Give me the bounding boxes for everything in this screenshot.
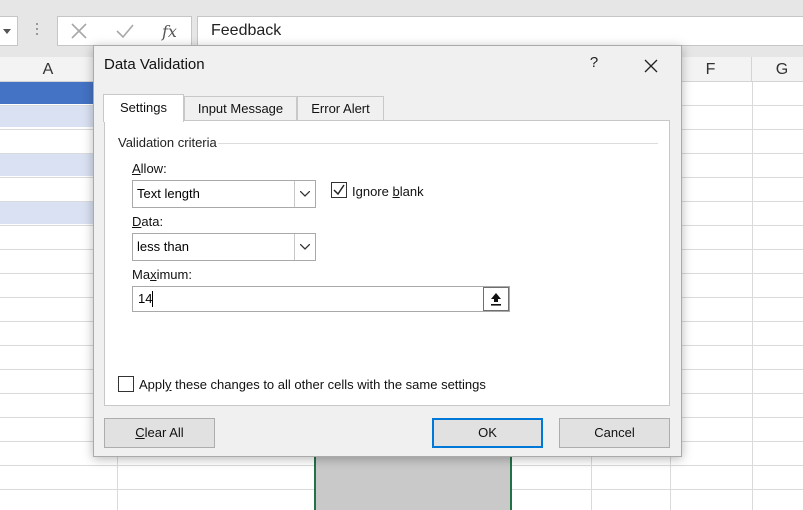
checkmark-icon: [333, 184, 345, 196]
banded-row: [0, 153, 97, 176]
close-icon: [644, 59, 658, 73]
enter-check-icon[interactable]: [115, 22, 135, 40]
chevron-down-icon: [3, 29, 11, 34]
banded-row: [0, 201, 97, 224]
allow-label: Allow:: [132, 161, 167, 176]
chevron-down-icon: [300, 244, 310, 250]
selected-column-cells[interactable]: [314, 455, 512, 510]
dialog-title: Data Validation: [104, 56, 205, 73]
banded-row: [0, 105, 97, 127]
clear-all-button[interactable]: Clear All: [104, 418, 215, 448]
apply-all-label[interactable]: Apply these changes to all other cells w…: [139, 377, 486, 392]
ok-button[interactable]: OK: [432, 418, 543, 448]
range-selector-button[interactable]: [483, 287, 509, 311]
formula-input[interactable]: Feedback: [197, 16, 803, 46]
collapse-dialog-icon: [491, 293, 501, 306]
column-header-f[interactable]: F: [670, 57, 752, 82]
maximum-label: Maximum:: [132, 267, 192, 282]
chevron-down-icon: [300, 191, 310, 197]
cancel-button[interactable]: Cancel: [559, 418, 670, 448]
formula-bar-buttons: fx: [57, 16, 192, 46]
tab-input-message[interactable]: Input Message: [184, 96, 297, 121]
cancel-x-icon[interactable]: [70, 22, 88, 40]
tab-error-alert[interactable]: Error Alert: [297, 96, 384, 121]
allow-dropdown[interactable]: Text length: [132, 180, 316, 208]
close-button[interactable]: [639, 54, 663, 78]
allow-value: Text length: [137, 186, 200, 201]
data-dropdown-button[interactable]: [294, 234, 315, 260]
maximum-input[interactable]: 14: [132, 286, 510, 312]
group-label-validation-criteria: Validation criteria: [118, 135, 217, 150]
tab-settings[interactable]: Settings: [103, 94, 184, 122]
svg-text:fx: fx: [161, 22, 177, 41]
table-header-row: [0, 82, 97, 104]
group-divider: [218, 143, 658, 144]
apply-all-checkbox[interactable]: [118, 376, 134, 392]
ignore-blank-label[interactable]: Ignore blank: [352, 184, 424, 199]
column-header-a[interactable]: A: [0, 57, 97, 82]
allow-dropdown-button[interactable]: [294, 181, 315, 207]
ignore-blank-checkbox[interactable]: [331, 182, 347, 198]
fx-icon[interactable]: fx: [160, 22, 182, 42]
settings-panel: Validation criteria Allow: Text length I…: [104, 120, 670, 406]
data-value: less than: [137, 239, 190, 254]
data-dropdown[interactable]: less than: [132, 233, 316, 261]
text-cursor: [152, 291, 153, 307]
maximum-value: 14: [138, 291, 153, 306]
help-button[interactable]: ?: [584, 54, 604, 71]
data-validation-dialog: Data Validation ? Settings Input Message…: [93, 45, 682, 457]
column-header-g[interactable]: G: [752, 57, 803, 82]
data-label: Data:: [132, 214, 164, 229]
name-box-dropdown[interactable]: [0, 16, 18, 46]
formula-bar-grip-icon[interactable]: [34, 23, 40, 39]
